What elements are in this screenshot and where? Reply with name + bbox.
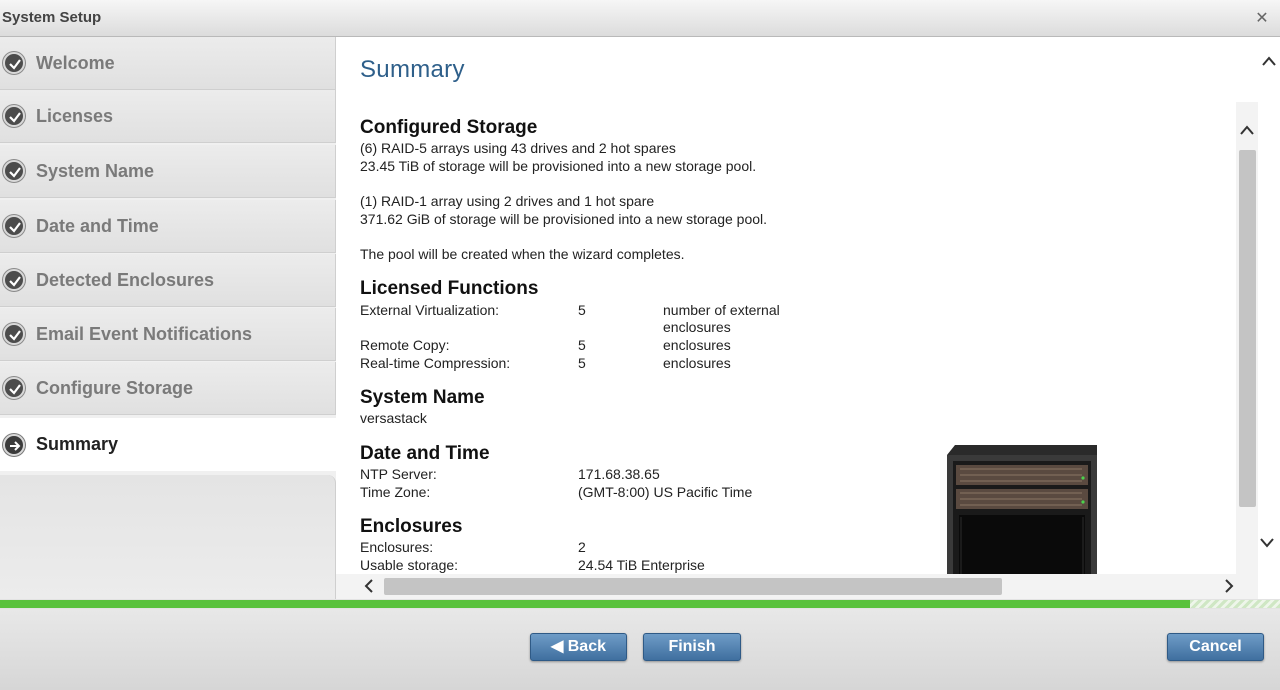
cancel-button[interactable]: Cancel (1167, 633, 1264, 661)
sidebar-item-label: Licenses (36, 106, 114, 126)
license-value: 5 (578, 302, 586, 318)
check-icon (3, 105, 25, 127)
section-system-name: System Name (360, 387, 485, 408)
time-zone-label: Time Zone: (360, 484, 431, 500)
close-icon[interactable]: ✕ (1254, 8, 1270, 27)
license-name: Real-time Compression: (360, 355, 511, 371)
wizard-sidebar: Welcome Licenses System Name Date and Ti… (0, 37, 336, 599)
license-name: External Virtualization: (360, 302, 500, 318)
sidebar-item-label: Email Event Notifications (36, 324, 253, 344)
enclosures-value: 2 (578, 539, 586, 555)
window-title: System Setup (2, 9, 102, 26)
license-unit: enclosures (663, 355, 731, 371)
section-configured-storage: Configured Storage (360, 117, 538, 138)
sidebar-item-configure-storage[interactable]: Configure Storage (0, 362, 336, 415)
check-icon (3, 52, 25, 74)
page-title: Summary (360, 56, 465, 83)
check-icon (3, 323, 25, 345)
back-button[interactable]: ◀ Back (530, 633, 627, 661)
storage-rack-image (947, 445, 1097, 574)
sidebar-item-system-name[interactable]: System Name (0, 145, 336, 198)
sidebar-item-summary[interactable]: Summary (0, 418, 336, 471)
scroll-up-icon[interactable] (1239, 123, 1255, 137)
license-unit: enclosures (663, 337, 731, 353)
storage-line-3: (1) RAID-1 array using 2 drives and 1 ho… (360, 193, 655, 209)
usable-storage-label: Usable storage: (360, 557, 459, 573)
progress-fill (0, 600, 1190, 608)
scroll-down-icon[interactable] (1259, 536, 1275, 550)
section-enclosures: Enclosures (360, 516, 463, 537)
vertical-scroll-thumb[interactable] (1239, 150, 1256, 507)
license-name: Remote Copy: (360, 337, 450, 353)
wizard-progress-bar (0, 599, 1280, 609)
scroll-up-icon[interactable] (1261, 54, 1277, 68)
license-unit: enclosures (663, 319, 731, 335)
sidebar-item-email-event-notifications[interactable]: Email Event Notifications (0, 308, 336, 361)
sidebar-item-licenses[interactable]: Licenses (0, 90, 336, 143)
system-name-value: versastack (360, 410, 427, 426)
finish-button[interactable]: Finish (643, 633, 741, 661)
section-licensed-functions: Licensed Functions (360, 278, 539, 299)
check-icon (3, 160, 25, 182)
check-icon (3, 269, 25, 291)
usable-storage-value: 24.54 TiB Enterprise (578, 557, 705, 573)
sidebar-item-label: Detected Enclosures (36, 270, 215, 290)
sidebar-item-label: Date and Time (36, 216, 159, 236)
check-icon (3, 377, 25, 399)
storage-line-2: 23.45 TiB of storage will be provisioned… (360, 158, 757, 174)
summary-panel: Summary Configured Storage (6) RAID-5 ar… (336, 37, 1258, 574)
scroll-right-icon[interactable] (1222, 578, 1236, 594)
sidebar-item-detected-enclosures[interactable]: Detected Enclosures (0, 254, 336, 307)
storage-line-1: (6) RAID-5 arrays using 43 drives and 2 … (360, 140, 676, 156)
time-zone-value: (GMT-8:00) US Pacific Time (578, 484, 753, 500)
sidebar-item-welcome[interactable]: Welcome (0, 37, 336, 90)
sidebar-item-label: Welcome (36, 53, 115, 73)
horizontal-scroll-thumb[interactable] (384, 578, 1002, 595)
scroll-left-icon[interactable] (362, 578, 376, 594)
check-icon (3, 215, 25, 237)
ntp-server-label: NTP Server: (360, 466, 437, 482)
enclosures-label: Enclosures: (360, 539, 434, 555)
sidebar-item-label: Summary (36, 434, 119, 454)
progress-remaining (1190, 600, 1280, 608)
license-value: 5 (578, 337, 586, 353)
sidebar-item-label: Configure Storage (36, 378, 194, 398)
storage-line-5: The pool will be created when the wizard… (360, 246, 685, 262)
license-unit: number of external (663, 302, 780, 318)
sidebar-empty-panel (0, 475, 336, 599)
section-date-time: Date and Time (360, 443, 490, 464)
arrow-right-icon (3, 434, 25, 456)
wizard-footer: ◀ Back Finish Cancel (0, 609, 1280, 690)
license-value: 5 (578, 355, 586, 371)
sidebar-item-label: System Name (36, 161, 155, 181)
storage-line-4: 371.62 GiB of storage will be provisione… (360, 211, 768, 227)
title-bar: System Setup ✕ (0, 0, 1280, 37)
ntp-server-value: 171.68.38.65 (578, 466, 660, 482)
outer-vertical-scrollbar[interactable] (1258, 37, 1280, 599)
sidebar-item-date-time[interactable]: Date and Time (0, 200, 336, 253)
